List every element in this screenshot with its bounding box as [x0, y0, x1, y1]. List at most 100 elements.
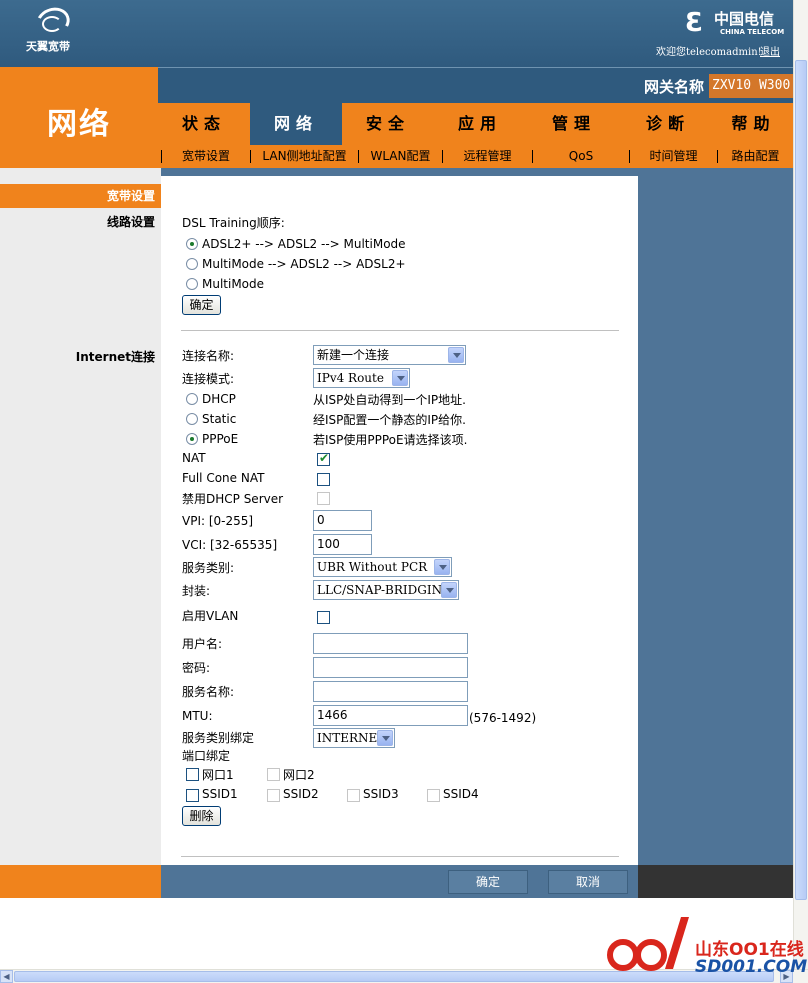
vci-input[interactable]: 100	[313, 534, 372, 555]
subtab-broadband[interactable]: 宽带设置	[162, 145, 250, 168]
ssid4-label: SSID4	[443, 787, 479, 801]
conn-mode-label: 连接模式:	[182, 372, 235, 386]
tab-status[interactable]: 状态	[158, 103, 250, 145]
dsl-option-label: MultiMode	[202, 277, 265, 291]
service-name-input[interactable]	[313, 681, 468, 702]
conn-name-select-value: 新建一个连接	[317, 348, 390, 362]
sidebar-line-settings: 线路设置	[106, 215, 155, 229]
port-bind-label: 端口绑定	[182, 749, 231, 763]
sub-tabs: 宽带设置 LAN侧地址配置 WLAN配置 远程管理 QoS 时间管理 路由配置	[158, 145, 793, 168]
vlan-checkbox[interactable]	[317, 611, 330, 624]
tab-application[interactable]: 应用	[434, 103, 526, 145]
mode-radio-dhcp[interactable]	[186, 393, 198, 405]
mode-static-desc: 经ISP配置一个静态的IP给你.	[313, 413, 466, 427]
ssid4-checkbox[interactable]	[427, 789, 440, 802]
dhcp-server-disable-checkbox[interactable]	[317, 492, 330, 505]
ssid2-label: SSID2	[283, 787, 319, 801]
password-label: 密码:	[182, 661, 211, 675]
mtu-label: MTU:	[182, 709, 213, 723]
dsl-radio-adsl2plus-first[interactable]	[186, 238, 198, 250]
dsl-option-label: MultiMode --> ADSL2 --> ADSL2+	[202, 257, 406, 271]
chevron-down-icon	[448, 347, 464, 363]
fullcone-label: Full Cone NAT	[182, 471, 265, 485]
ssid2-checkbox[interactable]	[267, 789, 280, 802]
logout-link[interactable]: 退出	[760, 43, 780, 58]
tianyi-swirl-inner-icon	[42, 16, 62, 32]
vertical-scroll-thumb[interactable]	[795, 60, 807, 900]
footer-cancel-button[interactable]: 取消	[548, 870, 628, 894]
subtab-lan[interactable]: LAN侧地址配置	[251, 145, 358, 168]
vpi-input[interactable]: 0	[313, 510, 372, 531]
chevron-down-icon	[434, 559, 450, 575]
port-lan1-checkbox[interactable]	[186, 768, 199, 781]
username-label: 用户名:	[182, 637, 223, 651]
vci-label: VCI: [32-65535]	[182, 538, 278, 552]
china-telecom-logo: ℇ 中国电信 CHINA TELECOM	[676, 6, 786, 40]
vlan-label: 启用VLAN	[182, 609, 239, 623]
encap-label: 封装:	[182, 584, 211, 598]
scroll-left-icon[interactable]: ◀	[0, 970, 13, 983]
subtab-remote[interactable]: 远程管理	[443, 145, 532, 168]
tab-help[interactable]: 帮助	[714, 103, 793, 145]
subtab-route[interactable]: 路由配置	[718, 145, 793, 168]
tianyi-logo: 天翼宽带	[22, 3, 92, 58]
ssid1-label: SSID1	[202, 787, 238, 801]
mode-radio-static[interactable]	[186, 413, 198, 425]
service-bind-select[interactable]: INTERNET	[313, 728, 395, 748]
china-telecom-mark-icon: ℇ	[685, 8, 701, 38]
service-type-select[interactable]: UBR Without PCR	[313, 557, 452, 577]
section-title: 网络	[47, 107, 111, 142]
sidebar-internet-connection: Internet连接	[75, 350, 155, 364]
conn-mode-select[interactable]: IPv4 Route	[313, 368, 410, 388]
sidebar-item-broadband[interactable]: 宽带设置	[0, 184, 161, 208]
service-bind-select-value: INTERNET	[317, 731, 386, 745]
conn-name-label: 连接名称:	[182, 349, 235, 363]
footer-confirm-button[interactable]: 确定	[448, 870, 528, 894]
chevron-down-icon	[392, 370, 408, 386]
dsl-training-title: DSL Training顺序:	[182, 216, 285, 230]
gateway-name-value: ZXV10 W300	[709, 74, 793, 98]
subtab-qos[interactable]: QoS	[533, 145, 629, 168]
nat-label: NAT	[182, 451, 206, 465]
ssid3-checkbox[interactable]	[347, 789, 360, 802]
divider	[181, 856, 619, 857]
username-input[interactable]	[313, 633, 468, 654]
dhcp-server-disable-label: 禁用DHCP Server	[182, 492, 284, 506]
service-type-label: 服务类别:	[182, 561, 235, 575]
nat-checkbox[interactable]	[317, 451, 330, 466]
watermark-logo-icon	[607, 917, 689, 971]
vpi-label: VPI: [0-255]	[182, 514, 254, 528]
footer-left	[0, 865, 161, 898]
dsl-option-label: ADSL2+ --> ADSL2 --> MultiMode	[202, 237, 406, 251]
conn-mode-select-value: IPv4 Route	[317, 371, 384, 385]
fullcone-checkbox[interactable]	[317, 473, 330, 486]
password-input[interactable]	[313, 657, 468, 678]
mode-dhcp-desc: 从ISP处自动得到一个IP地址.	[313, 393, 466, 407]
china-telecom-cn: 中国电信	[714, 10, 775, 28]
watermark-en: SD001.COM	[695, 957, 808, 977]
delete-button[interactable]: 删除	[182, 806, 221, 826]
tab-diagnosis[interactable]: 诊断	[622, 103, 714, 145]
port-lan2-checkbox[interactable]	[267, 768, 280, 781]
china-telecom-en: CHINA TELECOM	[720, 28, 785, 36]
mtu-input[interactable]: 1466	[313, 705, 468, 726]
ssid3-label: SSID3	[363, 787, 399, 801]
chevron-down-icon	[441, 582, 457, 598]
top-header: 天翼宽带 ℇ 中国电信 CHINA TELECOM 欢迎您telecomadmi…	[0, 0, 793, 67]
dsl-radio-multimode[interactable]	[186, 278, 198, 290]
mode-pppoe-desc: 若ISP使用PPPoE请选择该项.	[313, 433, 468, 447]
subtab-time[interactable]: 时间管理	[630, 145, 717, 168]
tab-security[interactable]: 安全	[342, 103, 434, 145]
mode-radio-pppoe[interactable]	[186, 433, 198, 445]
tianyi-logo-text: 天翼宽带	[26, 40, 70, 53]
subtab-wlan[interactable]: WLAN配置	[359, 145, 442, 168]
dsl-radio-multimode-first[interactable]	[186, 258, 198, 270]
ssid1-checkbox[interactable]	[186, 789, 199, 802]
conn-name-select[interactable]: 新建一个连接	[313, 345, 466, 365]
encap-select-value: LLC/SNAP-BRIDGING	[317, 583, 452, 597]
tab-network[interactable]: 网络	[250, 103, 342, 145]
encap-select[interactable]: LLC/SNAP-BRIDGING	[313, 580, 459, 600]
tab-management[interactable]: 管理	[526, 103, 622, 145]
service-bind-label: 服务类别绑定	[182, 731, 255, 745]
dsl-confirm-button[interactable]: 确定	[182, 295, 221, 315]
